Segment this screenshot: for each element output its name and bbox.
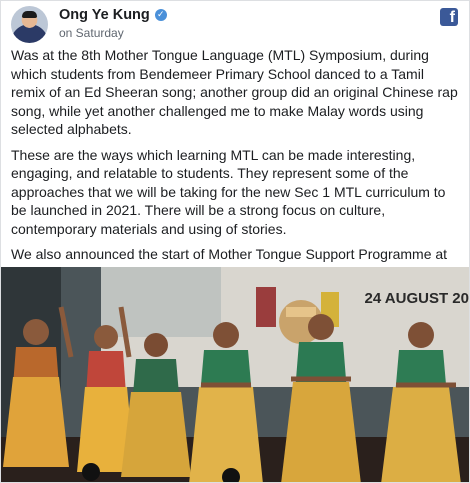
- avatar-hair: [22, 11, 37, 18]
- banner-date-text: 24 AUGUST 20: [365, 290, 469, 307]
- post-paragraph: These are the ways which learning MTL ca…: [11, 146, 446, 237]
- author-avatar[interactable]: [11, 6, 48, 43]
- post-photo[interactable]: 24 AUGUST 20: [1, 267, 469, 482]
- post-paragraph: Was at the 8th Mother Tongue Language (M…: [11, 47, 458, 137]
- post-date[interactable]: on Saturday: [59, 26, 124, 40]
- facebook-logo-icon: f: [440, 8, 458, 26]
- dance-photo-illustration: 24 AUGUST 20: [1, 267, 469, 482]
- author-name-row: Ong Ye Kung ✓: [59, 7, 167, 23]
- post-header: Ong Ye Kung ✓ on Saturday f: [1, 1, 469, 45]
- facebook-post: Ong Ye Kung ✓ on Saturday f Was at the 8…: [0, 0, 470, 483]
- author-name[interactable]: Ong Ye Kung: [59, 7, 150, 23]
- verified-badge-icon: ✓: [154, 9, 167, 21]
